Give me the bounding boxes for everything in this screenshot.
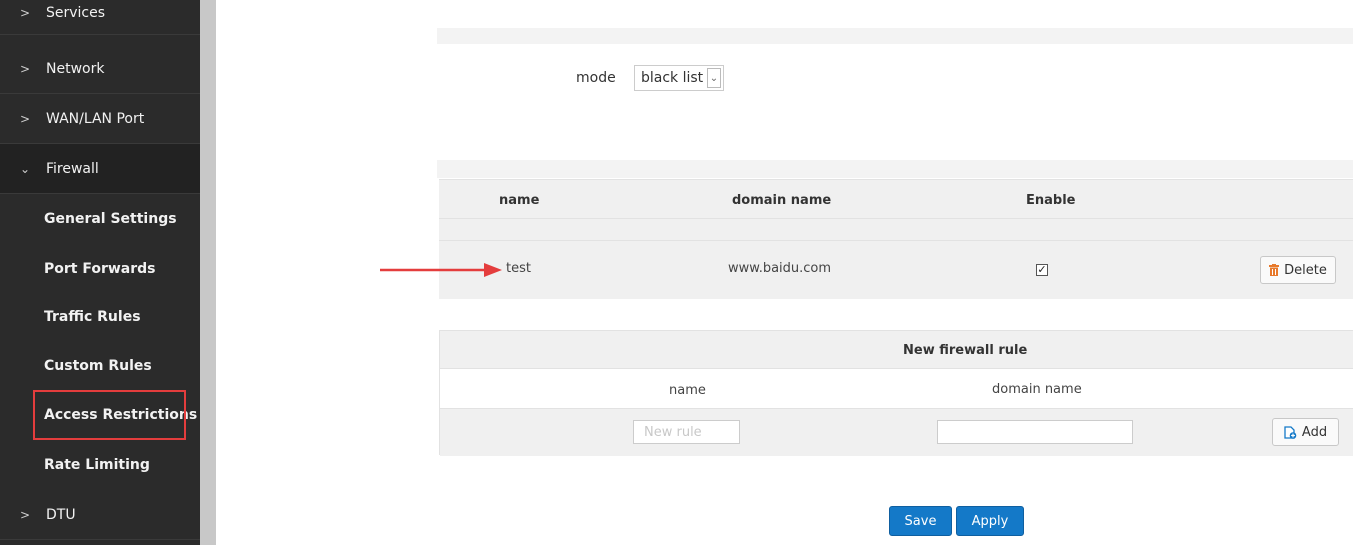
chevron-right-icon: >: [20, 6, 31, 20]
sidebar-item-label: DTU: [46, 506, 76, 523]
sidebar-item-label: Firewall: [46, 160, 99, 177]
save-button[interactable]: Save: [889, 506, 952, 536]
new-rule-header: New firewall rule: [440, 331, 1353, 369]
new-rule-title: New firewall rule: [903, 343, 1028, 358]
new-rule-domain-input[interactable]: [937, 420, 1133, 444]
add-button-label: Add: [1301, 424, 1328, 440]
add-file-icon: [1284, 425, 1297, 439]
mode-label: mode: [576, 70, 616, 86]
rules-table: name domain name Enable test www.baidu.c…: [439, 179, 1353, 299]
sidebar-item-label: General Settings: [44, 211, 177, 227]
sidebar-item-network[interactable]: > Network: [0, 44, 200, 94]
apply-button[interactable]: Apply: [956, 506, 1024, 536]
new-rule-name-header: name: [669, 383, 706, 398]
sidebar-item-custom-rules[interactable]: Custom Rules: [0, 341, 200, 391]
column-header-domain: domain name: [732, 193, 832, 208]
column-header-name: name: [499, 193, 540, 208]
sidebar-item-services[interactable]: > Services: [0, 0, 200, 35]
sidebar-item-rate-limiting[interactable]: Rate Limiting: [0, 440, 200, 490]
sidebar-item-label: Traffic Rules: [44, 309, 141, 325]
new-rule-name-input[interactable]: [633, 420, 740, 444]
sidebar-item-label: Rate Limiting: [44, 457, 150, 473]
highlight-box: [33, 390, 186, 440]
new-rule-panel: New firewall rule name domain name Add: [439, 330, 1353, 456]
chevron-down-icon: ⌄: [707, 68, 721, 88]
delete-button-label: Delete: [1284, 262, 1327, 278]
table-divider: [439, 218, 1353, 219]
chevron-right-icon: >: [20, 507, 31, 522]
new-rule-domain-header: domain name: [992, 382, 1082, 397]
delete-button[interactable]: Delete: [1260, 256, 1336, 284]
sidebar-item-dtu[interactable]: > DTU: [0, 490, 200, 540]
sidebar-item-port-forwards[interactable]: Port Forwards: [0, 244, 200, 294]
table-divider: [439, 240, 1353, 241]
section-band: [437, 160, 1353, 178]
sidebar-item-label: Services: [46, 5, 106, 21]
new-rule-input-row: Add: [440, 408, 1353, 456]
sidebar-divider: [200, 0, 216, 545]
sidebar-item-label: Port Forwards: [44, 261, 156, 277]
trash-icon: [1269, 264, 1280, 276]
section-band: [437, 28, 1353, 44]
add-button[interactable]: Add: [1272, 418, 1339, 446]
arrow-icon: [380, 263, 502, 277]
mode-select-value: black list: [641, 70, 704, 86]
column-header-enable: Enable: [1026, 193, 1076, 208]
rule-name-cell: test: [506, 261, 531, 276]
chevron-down-icon: ⌄: [20, 161, 31, 176]
sidebar: > Services > Network > WAN/LAN Port ⌄ Fi…: [0, 0, 200, 545]
sidebar-item-traffic-rules[interactable]: Traffic Rules: [0, 292, 200, 342]
mode-select[interactable]: black list ⌄: [634, 65, 724, 91]
sidebar-item-label: Network: [46, 60, 105, 77]
sidebar-item-firewall[interactable]: ⌄ Firewall: [0, 144, 200, 194]
enable-checkbox[interactable]: ✓: [1036, 264, 1048, 276]
sidebar-item-label: Custom Rules: [44, 358, 152, 374]
sidebar-item-wan-lan-port[interactable]: > WAN/LAN Port: [0, 94, 200, 144]
rule-domain-cell: www.baidu.com: [728, 261, 832, 276]
sidebar-item-label: WAN/LAN Port: [46, 110, 145, 127]
sidebar-item-general-settings[interactable]: General Settings: [0, 194, 200, 244]
chevron-right-icon: >: [20, 61, 31, 76]
chevron-right-icon: >: [20, 111, 31, 126]
